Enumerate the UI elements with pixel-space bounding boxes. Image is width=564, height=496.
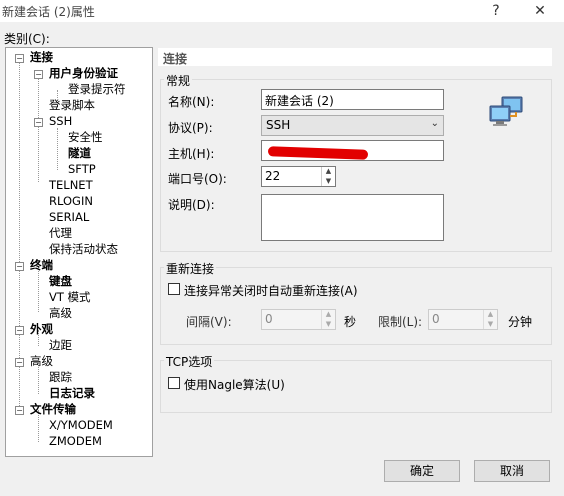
tree-item-log[interactable]: 日志记录 (49, 386, 95, 401)
protocol-select[interactable]: SSH ⌄ (261, 115, 444, 136)
help-button[interactable]: ? (476, 0, 516, 22)
tree-item-serial[interactable]: SERIAL (49, 210, 89, 225)
collapse-icon[interactable]: − (34, 118, 43, 127)
interval-value: 0 (265, 312, 273, 326)
auto-reconnect-label: 连接异常关闭时自动重新连接(A) (184, 284, 358, 298)
spin-up-icon[interactable]: ▲ (484, 310, 497, 320)
tree-item-proxy[interactable]: 代理 (49, 226, 72, 241)
tree-item-user-auth[interactable]: 用户身份验证 (49, 66, 118, 81)
tree-guide-line (38, 74, 39, 182)
tree-item-advanced[interactable]: 高级 (30, 354, 53, 369)
port-label: 端口号(O): (168, 172, 227, 186)
port-value: 22 (265, 169, 281, 183)
tree-item-trace[interactable]: 跟踪 (49, 370, 72, 385)
category-label: 类别(C): (4, 32, 50, 46)
nagle-label: 使用Nagle算法(U) (184, 378, 285, 392)
interval-input[interactable]: 0 ▲ ▼ (261, 309, 336, 330)
tree-item-connection[interactable]: 连接 (30, 50, 53, 65)
tree-item-vt-mode[interactable]: VT 模式 (49, 290, 91, 305)
name-label: 名称(N): (168, 95, 215, 109)
port-input[interactable]: 22 ▲ ▼ (261, 166, 336, 187)
category-tree[interactable]: − 连接 − 用户身份验证 登录提示符 登录脚本 − SSH 安全性 隧道 SF… (5, 47, 153, 457)
tree-guide-line (57, 128, 58, 170)
limit-input[interactable]: 0 ▲ ▼ (428, 309, 498, 330)
spin-up-icon[interactable]: ▲ (322, 310, 335, 320)
collapse-icon[interactable]: − (15, 406, 24, 415)
chevron-down-icon: ⌄ (430, 118, 439, 129)
tree-item-keyboard[interactable]: 键盘 (49, 274, 72, 289)
section-title: 连接 (163, 52, 188, 66)
tree-item-margin[interactable]: 边距 (49, 338, 72, 353)
close-button[interactable]: ✕ (520, 0, 560, 22)
protocol-value: SSH (266, 118, 291, 132)
tree-item-rlogin[interactable]: RLOGIN (49, 194, 93, 209)
reconnect-group (160, 267, 552, 345)
port-spinner[interactable]: ▲ ▼ (321, 167, 335, 186)
tree-item-ssh[interactable]: SSH (49, 114, 72, 129)
collapse-icon[interactable]: − (15, 262, 24, 271)
collapse-icon[interactable]: − (15, 54, 24, 63)
ok-button[interactable]: 确定 (384, 460, 460, 482)
tree-item-login-prompt[interactable]: 登录提示符 (68, 82, 126, 97)
description-input[interactable] (261, 194, 444, 241)
general-group-label: 常规 (164, 72, 193, 89)
tree-item-appearance[interactable]: 外观 (30, 322, 53, 337)
spin-down-icon[interactable]: ▼ (484, 320, 497, 330)
collapse-icon[interactable]: − (15, 326, 24, 335)
collapse-icon[interactable]: − (15, 358, 24, 367)
protocol-label: 协议(P): (168, 121, 213, 135)
window-title: 新建会话 (2)属性 (2, 5, 95, 19)
interval-spinner[interactable]: ▲ ▼ (321, 310, 335, 329)
title-bar: 新建会话 (2)属性 ? ✕ (0, 0, 564, 22)
cancel-button[interactable]: 取消 (474, 460, 550, 482)
nagle-checkbox[interactable] (168, 377, 180, 389)
minutes-unit: 分钟 (508, 315, 533, 329)
spin-up-icon[interactable]: ▲ (322, 167, 335, 177)
tree-item-security[interactable]: 安全性 (68, 130, 103, 145)
tree-item-tunnel[interactable]: 隧道 (68, 146, 91, 161)
tree-item-keepalive[interactable]: 保持活动状态 (49, 242, 118, 257)
reconnect-group-label: 重新连接 (164, 260, 217, 277)
tree-item-terminal[interactable]: 终端 (30, 258, 53, 273)
limit-spinner[interactable]: ▲ ▼ (483, 310, 497, 329)
limit-label: 限制(L): (378, 315, 423, 329)
tree-item-xymodem[interactable]: X/YMODEM (49, 418, 113, 433)
section-header: 连接 (158, 48, 552, 66)
tree-guide-line (57, 90, 58, 98)
network-computer-icon (488, 96, 524, 128)
name-input[interactable]: 新建会话 (2) (261, 89, 444, 110)
tree-item-sftp[interactable]: SFTP (68, 162, 96, 177)
seconds-unit: 秒 (344, 315, 357, 329)
interval-label: 间隔(V): (186, 315, 232, 329)
limit-value: 0 (432, 312, 440, 326)
tree-item-telnet[interactable]: TELNET (49, 178, 93, 193)
tree-item-advanced-terminal[interactable]: 高级 (49, 306, 72, 321)
spin-down-icon[interactable]: ▼ (322, 320, 335, 330)
tcp-group-label: TCP选项 (164, 353, 215, 370)
tree-item-login-script[interactable]: 登录脚本 (49, 98, 95, 113)
description-label: 说明(D): (168, 198, 215, 212)
tree-item-zmodem[interactable]: ZMODEM (49, 434, 102, 449)
auto-reconnect-checkbox[interactable] (168, 283, 180, 295)
collapse-icon[interactable]: − (34, 70, 43, 79)
spin-down-icon[interactable]: ▼ (322, 177, 335, 187)
host-label: 主机(H): (168, 147, 215, 161)
tree-item-file-transfer[interactable]: 文件传输 (30, 402, 76, 417)
